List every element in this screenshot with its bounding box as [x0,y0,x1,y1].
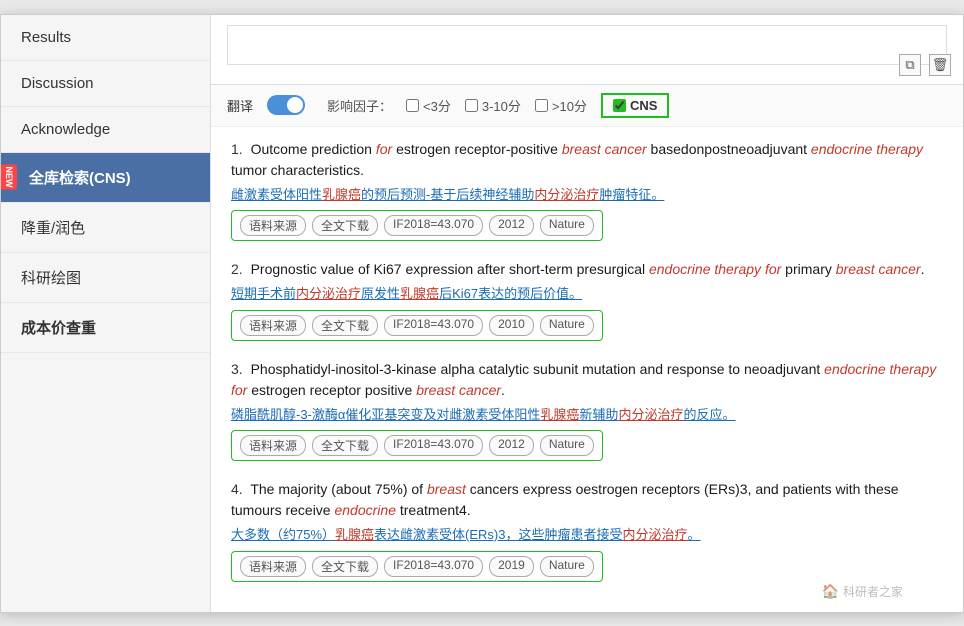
cns-filter-box[interactable]: CNS [601,93,669,118]
tag-fulltext-4[interactable]: 全文下载 [312,556,378,577]
result-item-1: 1. Outcome prediction for estrogen recep… [231,139,943,242]
filter-opt2-checkbox[interactable] [465,99,478,112]
filter-opt3-checkbox[interactable] [535,99,548,112]
italic-breast-4: breast [427,481,466,497]
result-title-1: 1. Outcome prediction for estrogen recep… [231,139,943,181]
sidebar-label-discussion: Discussion [21,75,94,92]
filter-opt2[interactable]: 3-10分 [465,96,521,115]
tag-journal-4: Nature [540,556,594,577]
tag-year-1: 2012 [489,215,534,236]
result-tags-2: 语料来源 全文下载 IF2018=43.070 2010 Nature [231,310,603,341]
highlight-breast-2: 乳腺癌 [400,286,439,301]
result-title-3: 3. Phosphatidyl-inositol-3-kinase alpha … [231,359,943,401]
sidebar-label-cost: 成本价查重 [21,320,96,337]
translate-label: 翻译 [227,96,253,115]
main-content: ⧉ 🗑 翻译 影响因子： <3分 3-10分 >10分 CNS [211,15,963,612]
result-item-2: 2. Prognostic value of Ki67 expression a… [231,259,943,341]
highlight-endo-1: 内分泌治疗 [534,187,599,202]
italic-endo-4: endocrine [334,502,396,518]
highlight-breast-3: 乳腺癌 [540,407,579,422]
sidebar-item-drawing[interactable]: 科研绘图 [1,253,210,303]
sidebar-label-acknowledge: Acknowledge [21,121,110,138]
sidebar-item-discussion[interactable]: Discussion [1,61,210,107]
filter-bar: 翻译 影响因子： <3分 3-10分 >10分 CNS [211,85,963,127]
result-translation-1[interactable]: 雌激素受体阳性乳腺癌的预后预测-基于后续神经辅助内分泌治疗肿瘤特征。 [231,185,943,205]
sidebar-item-acknowledge[interactable]: Acknowledge [1,107,210,153]
cns-checkbox[interactable] [613,99,626,112]
result-tags-3: 语料来源 全文下载 IF2018=43.070 2012 Nature [231,430,603,461]
if-label: 影响因子： [327,96,392,115]
result-item-3: 3. Phosphatidyl-inositol-3-kinase alpha … [231,359,943,462]
highlight-endo-3: 内分泌治疗 [618,407,683,422]
watermark: 🏠 科研者之家 [822,583,903,600]
tag-source-2[interactable]: 语料来源 [240,315,306,336]
italic-for-1: for [376,141,392,157]
delete-icon[interactable]: 🗑 [929,54,951,76]
watermark-text: 科研者之家 [843,583,903,600]
sidebar-item-cost[interactable]: 成本价查重 [1,303,210,353]
tag-source-4[interactable]: 语料来源 [240,556,306,577]
top-area: ⧉ 🗑 [211,15,963,85]
sidebar-item-reweight[interactable]: 降重/润色 [1,203,210,253]
result-item-4: 4. The majority (about 75%) of breast ca… [231,479,943,582]
top-icons: ⧉ 🗑 [899,54,951,76]
result-translation-2[interactable]: 短期手术前内分泌治疗原发性乳腺癌后Ki67表达的预后价值。 [231,284,943,304]
tag-fulltext-1[interactable]: 全文下载 [312,215,378,236]
tag-journal-3: Nature [540,435,594,456]
italic-breast-3: breast cancer [416,382,501,398]
italic-endo-3: endocrine therapy for [231,361,936,398]
app-window: Results Discussion Acknowledge NEW 全库检索(… [0,14,964,613]
tag-year-4: 2019 [489,556,534,577]
sidebar-label-reweight: 降重/润色 [21,220,85,237]
result-title-4: 4. The majority (about 75%) of breast ca… [231,479,943,521]
results-area: 1. Outcome prediction for estrogen recep… [211,127,963,612]
sidebar-label-drawing: 科研绘图 [21,270,81,287]
result-number-1: 1. [231,141,243,157]
sidebar-label-cns-search: 全库检索(CNS) [29,170,131,187]
tag-fulltext-3[interactable]: 全文下载 [312,435,378,456]
tag-if-1: IF2018=43.070 [384,215,483,236]
sidebar: Results Discussion Acknowledge NEW 全库检索(… [1,15,211,612]
filter-opt1[interactable]: <3分 [406,96,451,115]
watermark-icon: 🏠 [822,583,839,600]
filter-opt3[interactable]: >10分 [535,96,587,115]
tag-source-1[interactable]: 语料来源 [240,215,306,236]
highlight-endo-2: 内分泌治疗 [296,286,361,301]
highlight-breast-1: 乳腺癌 [322,187,361,202]
result-title-2: 2. Prognostic value of Ki67 expression a… [231,259,943,280]
sidebar-label-results: Results [21,29,71,46]
italic-breast-2: breast cancer [836,261,921,277]
tag-if-3: IF2018=43.070 [384,435,483,456]
tag-journal-1: Nature [540,215,594,236]
filter-opt1-checkbox[interactable] [406,99,419,112]
result-number-2: 2. [231,261,243,277]
italic-endocrine-1: endocrine therapy [811,141,923,157]
result-tags-1: 语料来源 全文下载 IF2018=43.070 2012 Nature [231,210,603,241]
tag-year-3: 2012 [489,435,534,456]
tag-year-2: 2010 [489,315,534,336]
filter-opt3-label: >10分 [552,96,587,115]
result-translation-4[interactable]: 大多数（约75%）乳腺癌表达雌激素受体(ERs)3，这些肿瘤患者接受内分泌治疗。 [231,525,943,545]
highlight-breast-4: 乳腺癌 [335,527,374,542]
result-tags-4: 语料来源 全文下载 IF2018=43.070 2019 Nature [231,551,603,582]
result-number-3: 3. [231,361,243,377]
tag-source-3[interactable]: 语料来源 [240,435,306,456]
tag-journal-2: Nature [540,315,594,336]
tag-if-2: IF2018=43.070 [384,315,483,336]
copy-icon[interactable]: ⧉ [899,54,921,76]
filter-opt1-label: <3分 [423,96,451,115]
new-badge: NEW [1,165,17,190]
tag-fulltext-2[interactable]: 全文下载 [312,315,378,336]
italic-endo-2: endocrine therapy for [649,261,781,277]
result-translation-3[interactable]: 磷脂酰肌醇-3-激酶α催化亚基突变及对雌激素受体阳性乳腺癌新辅助内分泌治疗的反应… [231,405,943,425]
tag-if-4: IF2018=43.070 [384,556,483,577]
sidebar-item-results[interactable]: Results [1,15,210,61]
result-number-4: 4. [231,481,243,497]
italic-breast-cancer-1: breast cancer [562,141,647,157]
sidebar-item-cns-search[interactable]: NEW 全库检索(CNS) [1,153,210,203]
cns-label: CNS [630,98,657,113]
filter-opt2-label: 3-10分 [482,96,521,115]
highlight-endo-4: 内分泌治疗 [623,527,688,542]
translate-toggle[interactable] [267,95,305,115]
